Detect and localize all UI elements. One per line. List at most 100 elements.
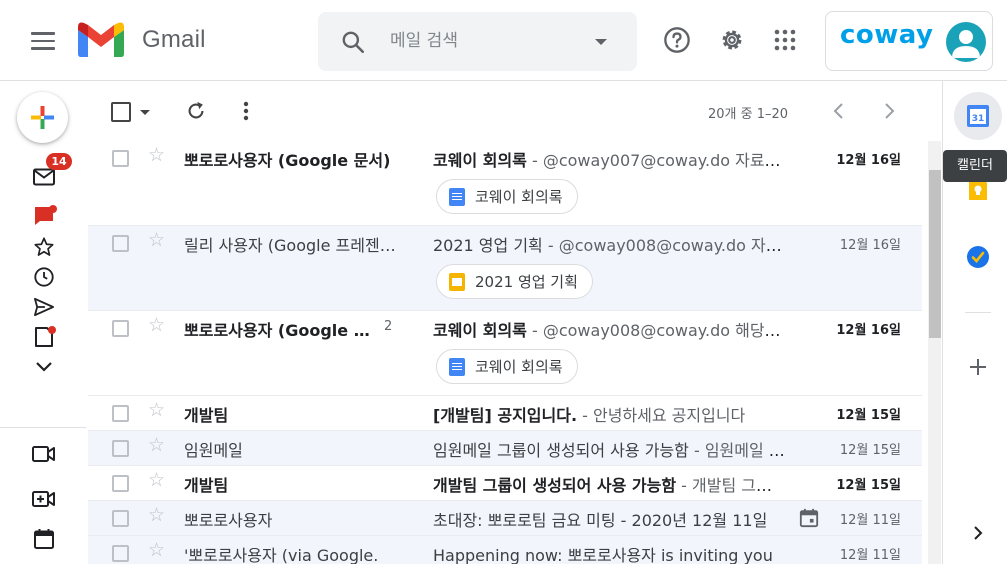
attachment-chip[interactable]: 코웨이 회의록 [436,179,578,214]
email-date: 12월 16일 [836,153,901,168]
email-subject: 임원메일 그룹이 생성되어 사용 가능함 [433,441,689,460]
email-row[interactable]: ☆ 임원메일 임원메일 그룹이 생성되어 사용 가능함 - 임원메일 그룹이 생… [88,431,922,466]
email-subject-line: 코웨이 회의록 - @coway008@coway.do 해당 자료를 공유했습… [433,317,785,341]
email-snippet: - 안녕하세요 공지입니다 [577,406,746,425]
email-row[interactable]: ☆ '뽀로로사용자 (via Google. Happening now: 뽀로… [88,536,922,564]
star-icon[interactable]: ☆ [148,436,165,455]
email-sender: 개발팀 [184,406,229,425]
google-docs-icon [449,187,465,206]
star-icon[interactable]: ☆ [148,506,165,525]
search-bar[interactable] [318,12,637,71]
compose-button[interactable] [17,92,68,143]
email-row[interactable]: ☆ 뽀로로사용자 (Google 문서) 2 코웨이 회의록 - @coway0… [88,311,922,396]
search-options-icon[interactable] [595,39,607,45]
snoozed-clock-icon[interactable] [32,265,56,289]
expand-panel-chevron-right-icon[interactable] [954,509,1002,557]
email-sender: '뽀로로사용자 (via Google. [184,546,379,564]
help-icon[interactable] [661,24,693,56]
email-date: 12월 11일 [839,548,901,563]
previous-page-chevron-left-icon[interactable] [827,99,851,123]
email-subject-line: Happening now: 뽀로로사용자 is inviting you [433,542,785,564]
email-subject: 코웨이 회의록 [433,321,527,340]
email-date: 12월 16일 [839,238,901,253]
google-tasks-icon [967,246,989,268]
row-checkbox[interactable] [112,235,129,252]
calendar-invite-icon[interactable] [799,508,819,528]
row-checkbox[interactable] [112,475,129,492]
next-page-chevron-right-icon[interactable] [877,99,901,123]
email-date: 12월 15일 [836,408,901,423]
new-meeting-icon[interactable] [32,487,56,511]
row-checkbox[interactable] [112,440,129,457]
scrollbar-thumb[interactable] [929,170,941,338]
attachment-chip[interactable]: 2021 영업 기획 [436,264,593,299]
email-date: 12월 16일 [836,323,901,338]
meet-video-icon[interactable] [32,442,56,466]
email-row[interactable]: ☆ 개발팀 개발팀 그룹이 생성되어 사용 가능함 - 개발팀 그룹이 생성되었… [88,466,922,501]
email-sender: 뽀로로사용자 (Google 문서) [184,321,376,340]
star-icon[interactable]: ☆ [148,541,165,560]
email-sender: 개발팀 [184,476,229,495]
brand-logo-text: coway [840,20,934,50]
select-options-chevron-down-icon[interactable] [140,110,150,115]
search-input[interactable] [390,26,580,56]
row-checkbox[interactable] [112,545,129,562]
email-list: ☆ 뽀로로사용자 (Google 문서) 코웨이 회의록 - @coway007… [88,141,922,564]
svg-text:31: 31 [972,114,985,124]
row-checkbox[interactable] [112,405,129,422]
row-checkbox[interactable] [112,150,129,167]
inbox-unread-badge: 14 [46,153,72,170]
account-switcher[interactable]: coway [825,11,993,71]
row-checkbox[interactable] [112,510,129,527]
email-subject-line: [개발팀] 공지입니다. - 안녕하세요 공지입니다 [433,402,785,426]
starred-icon[interactable] [32,235,56,259]
attachment-name: 2021 영업 기획 [475,273,578,291]
refresh-icon[interactable] [185,100,207,122]
top-header: Gmail coway [0,0,1007,81]
email-snippet: - 임원메일 그룹이 생성되었습니다 [693,441,785,460]
email-row[interactable]: ☆ 개발팀 [개발팀] 공지입니다. - 안녕하세요 공지입니다 12월 15일 [88,396,922,431]
pagination-info: 20개 중 1–20 [708,107,789,122]
email-sender: 임원메일 [184,441,243,460]
drafts-notification-dot [48,326,56,334]
google-slides-icon [449,272,465,291]
sent-icon[interactable] [32,295,56,319]
more-chevron-down-icon[interactable] [32,355,56,379]
star-icon[interactable]: ☆ [148,146,165,165]
star-icon[interactable]: ☆ [148,401,165,420]
email-row[interactable]: ☆ 뽀로로사용자 (Google 문서) 코웨이 회의록 - @coway007… [88,141,922,226]
email-subject-line: 개발팀 그룹이 생성되어 사용 가능함 - 개발팀 그룹이 생성되었습니다 [433,472,785,496]
avatar[interactable] [946,22,986,62]
settings-gear-icon[interactable] [716,24,748,56]
star-icon[interactable]: ☆ [148,471,165,490]
calendar-icon[interactable] [32,527,56,551]
email-snippet: - 개발팀 그룹이 생성되었습니다 [681,476,785,495]
search-icon[interactable] [340,29,366,55]
email-sender: 뽀로로사용자 [184,511,273,530]
tasks-app-button[interactable] [954,233,1002,281]
star-icon[interactable]: ☆ [148,231,165,250]
email-row[interactable]: ☆ 뽀로로사용자 초대장: 뽀로로팀 금요 미팅 - 2020년 12월 11일… [88,501,922,536]
calendar-app-button[interactable]: 31 [954,92,1002,140]
email-subject: 2021 영업 기획 [433,236,543,255]
select-all-checkbox[interactable] [111,102,131,122]
chat-notification-dot [49,205,57,213]
attachment-chip[interactable]: 코웨이 회의록 [436,349,578,384]
email-subject: Happening now: 뽀로로사용자 is inviting you [433,546,773,564]
row-checkbox[interactable] [112,320,129,337]
calendar-tooltip: 캘린더 [943,150,1007,182]
google-docs-icon [449,357,465,376]
email-date: 12월 15일 [836,478,901,493]
apps-grid-icon[interactable] [769,24,801,56]
gmail-logo[interactable]: Gmail [78,22,206,57]
thread-count: 2 [384,319,393,334]
more-vertical-icon[interactable] [242,101,250,121]
email-subject-line: 임원메일 그룹이 생성되어 사용 가능함 - 임원메일 그룹이 생성되었습니다 [433,437,785,461]
star-icon[interactable]: ☆ [148,316,165,335]
attachment-name: 코웨이 회의록 [475,188,563,206]
add-addon-plus-icon[interactable] [954,343,1002,391]
email-row[interactable]: ☆ 릴리 사용자 (Google 프레젠테이션) 2021 영업 기획 - @c… [88,226,922,311]
google-calendar-icon: 31 [967,105,989,127]
email-subject: 코웨이 회의록 [433,151,527,170]
main-menu-button[interactable] [22,22,64,60]
